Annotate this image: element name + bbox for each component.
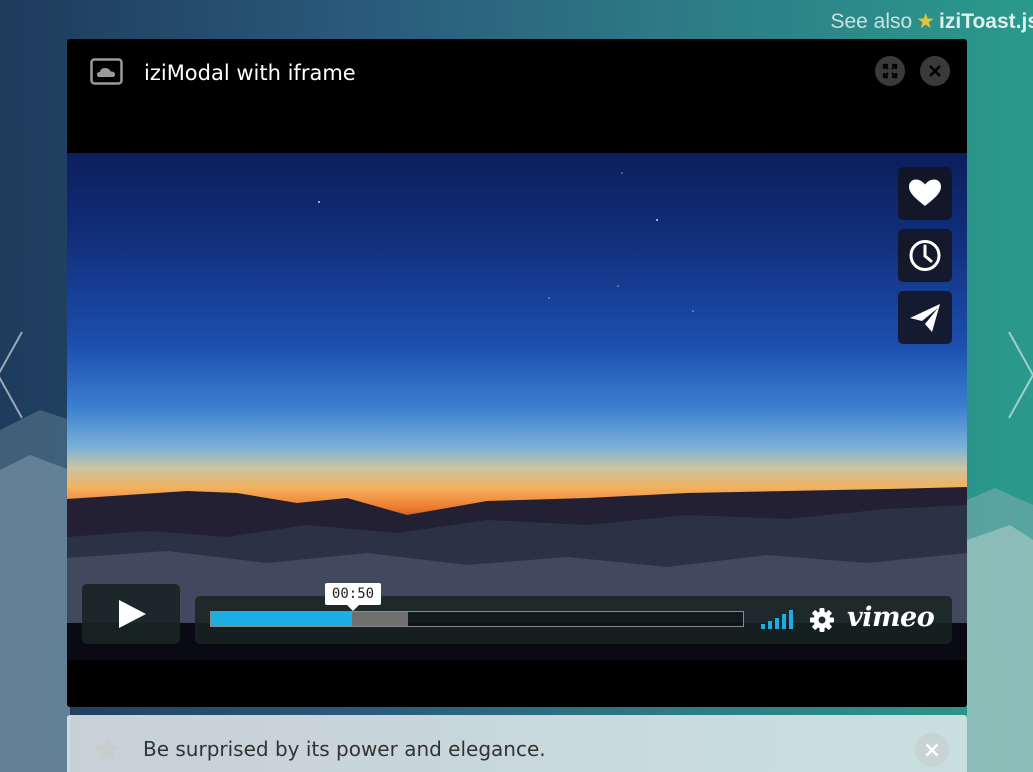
fullscreen-button[interactable] [875, 56, 905, 86]
progress-played [211, 612, 352, 626]
progress-bar[interactable] [210, 611, 744, 627]
clock-icon [898, 229, 952, 282]
gear-icon[interactable] [809, 607, 835, 633]
video-player[interactable]: vimeo 00:50 [67, 153, 967, 660]
cloud-window-icon [90, 58, 123, 85]
volume-bars-icon[interactable] [759, 608, 797, 630]
close-button[interactable] [920, 56, 950, 86]
modal-title: iziModal with iframe [144, 61, 356, 85]
modal: iziModal with iframe [67, 39, 967, 707]
paper-plane-icon [898, 291, 952, 344]
play-icon [82, 584, 180, 644]
share-button[interactable] [898, 291, 952, 344]
see-also-prefix: See also [830, 10, 912, 33]
close-icon [920, 56, 950, 86]
video-frame [67, 153, 967, 660]
page: See also★iziToast.js iziModal with ifram… [0, 0, 1033, 772]
time-tooltip: 00:50 [325, 583, 381, 605]
notification-message: Be surprised by its power and elegance. [143, 737, 546, 761]
see-also-brand: iziToast.js [939, 10, 1033, 33]
star-icon: ★ [916, 10, 935, 33]
play-button[interactable] [82, 584, 180, 644]
like-button[interactable] [898, 167, 952, 220]
close-icon [915, 733, 949, 767]
fullscreen-icon [875, 56, 905, 86]
next-arrow-icon[interactable] [1007, 330, 1033, 420]
heart-icon [898, 167, 952, 220]
modal-header: iziModal with iframe [67, 39, 967, 153]
notification-close-button[interactable] [915, 733, 949, 767]
vimeo-logo[interactable]: vimeo [847, 602, 934, 633]
player-controls: vimeo [195, 596, 952, 644]
watch-later-button[interactable] [898, 229, 952, 282]
see-also-link[interactable]: See also★iziToast.js [830, 9, 1033, 34]
notification-toast: Be surprised by its power and elegance. [67, 715, 967, 772]
star-icon [92, 735, 122, 765]
prev-arrow-icon[interactable] [0, 330, 24, 420]
